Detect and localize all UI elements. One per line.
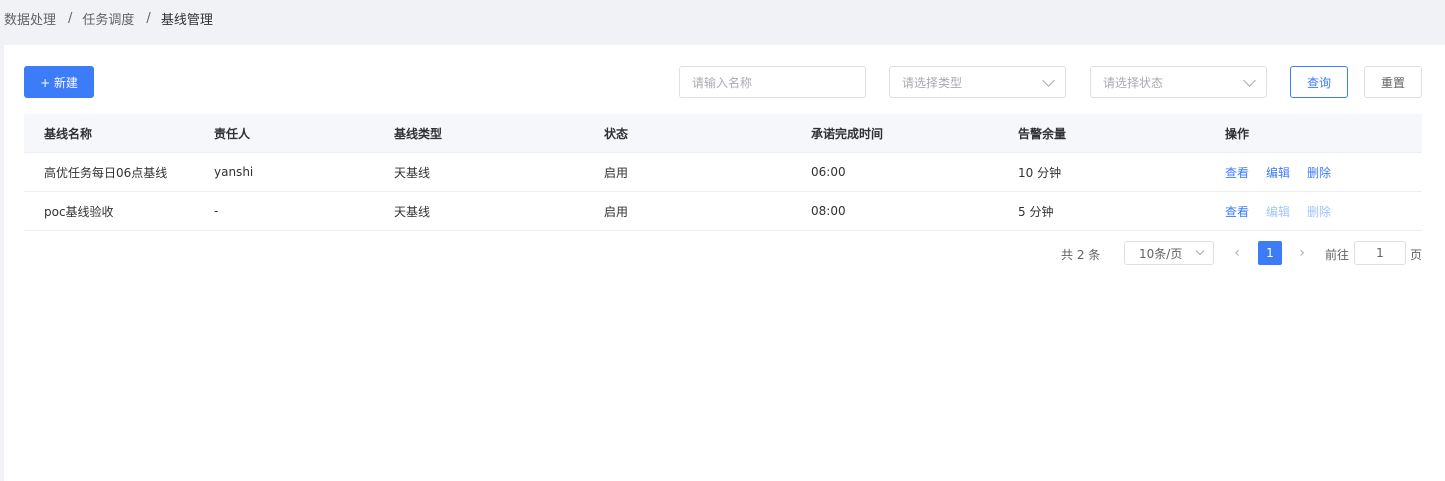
- breadcrumb-separator: /: [68, 10, 73, 26]
- goto-unit: 页: [1410, 248, 1423, 262]
- prev-page-icon[interactable]: ‹: [1225, 241, 1249, 265]
- cell-owner: -: [214, 204, 219, 218]
- type-select[interactable]: 请选择类型: [889, 66, 1066, 98]
- table-header: 基线名称 责任人 基线类型 状态 承诺完成时间 告警余量 操作: [24, 114, 1422, 153]
- column-header-alert-margin: 告警余量: [1018, 126, 1067, 141]
- goto-page-input[interactable]: 1: [1354, 241, 1406, 265]
- chevron-down-icon: [1042, 73, 1055, 87]
- cell-type: 天基线: [394, 204, 431, 219]
- column-header-status: 状态: [604, 126, 629, 141]
- table-row: poc基线验收 - 天基线 启用 08:00 5 分钟 查看 编辑 删除: [24, 192, 1422, 231]
- cell-name: poc基线验收: [44, 204, 114, 219]
- column-header-owner: 责任人: [214, 126, 251, 141]
- baseline-table: 基线名称 责任人 基线类型 状态 承诺完成时间 告警余量 操作 高优任务每日06…: [24, 114, 1422, 231]
- column-header-actions: 操作: [1225, 126, 1250, 141]
- breadcrumb: 数据处理 / 任务调度 / 基线管理: [4, 9, 213, 28]
- edit-link-disabled: 编辑: [1266, 204, 1291, 219]
- page-number-current[interactable]: 1: [1258, 241, 1282, 265]
- next-page-icon[interactable]: ›: [1290, 241, 1314, 265]
- table-row: 高优任务每日06点基线 yanshi 天基线 启用 06:00 10 分钟 查看…: [24, 153, 1422, 192]
- cell-name: 高优任务每日06点基线: [44, 165, 168, 180]
- cell-actions: 查看 编辑 删除: [1225, 164, 1331, 181]
- cell-owner: yanshi: [214, 165, 254, 179]
- edit-link[interactable]: 编辑: [1266, 164, 1290, 181]
- delete-link-disabled: 删除: [1307, 204, 1332, 219]
- breadcrumb-item-data-processing[interactable]: 数据处理: [4, 9, 56, 28]
- pagination-total: 共 2 条: [1061, 248, 1101, 262]
- new-button[interactable]: + 新建: [24, 66, 94, 98]
- breadcrumb-item-task-scheduling[interactable]: 任务调度: [82, 9, 134, 28]
- pagination: 共 2 条 10条/页 ‹ 1 › 前往 1 页: [4, 241, 1445, 265]
- cell-actions: 查看 编辑 删除: [1225, 203, 1331, 220]
- page-size-select[interactable]: 10条/页: [1124, 241, 1214, 265]
- delete-link[interactable]: 删除: [1307, 164, 1331, 181]
- status-select-placeholder: 请选择状态: [1103, 75, 1164, 90]
- status-select[interactable]: 请选择状态: [1090, 66, 1267, 98]
- page-size-value: 10条/页: [1139, 246, 1183, 261]
- cell-commit-time: 08:00: [811, 204, 846, 218]
- column-header-type: 基线类型: [394, 126, 443, 141]
- cell-status: 启用: [604, 204, 629, 219]
- chevron-down-icon: [1243, 73, 1256, 87]
- type-select-placeholder: 请选择类型: [902, 75, 963, 90]
- name-search-input[interactable]: 请输入名称: [679, 66, 866, 98]
- cell-alert-margin: 10 分钟: [1018, 165, 1062, 180]
- cell-commit-time: 06:00: [811, 165, 846, 179]
- chevron-down-icon: [1195, 246, 1205, 256]
- view-link[interactable]: 查看: [1225, 164, 1249, 181]
- column-header-name: 基线名称: [44, 126, 93, 141]
- reset-button[interactable]: 重置: [1364, 66, 1422, 98]
- breadcrumb-separator: /: [146, 10, 151, 26]
- query-button[interactable]: 查询: [1290, 66, 1348, 98]
- main-card: + 新建 请输入名称 请选择类型 请选择状态 查询 重置 基线名称 责任人 基线…: [4, 45, 1445, 481]
- column-header-commit-time: 承诺完成时间: [811, 126, 884, 141]
- view-link[interactable]: 查看: [1225, 203, 1249, 220]
- cell-alert-margin: 5 分钟: [1018, 204, 1054, 219]
- goto-label: 前往: [1325, 248, 1350, 262]
- cell-type: 天基线: [394, 165, 431, 180]
- breadcrumb-item-baseline-management: 基线管理: [160, 12, 213, 28]
- cell-status: 启用: [604, 165, 629, 180]
